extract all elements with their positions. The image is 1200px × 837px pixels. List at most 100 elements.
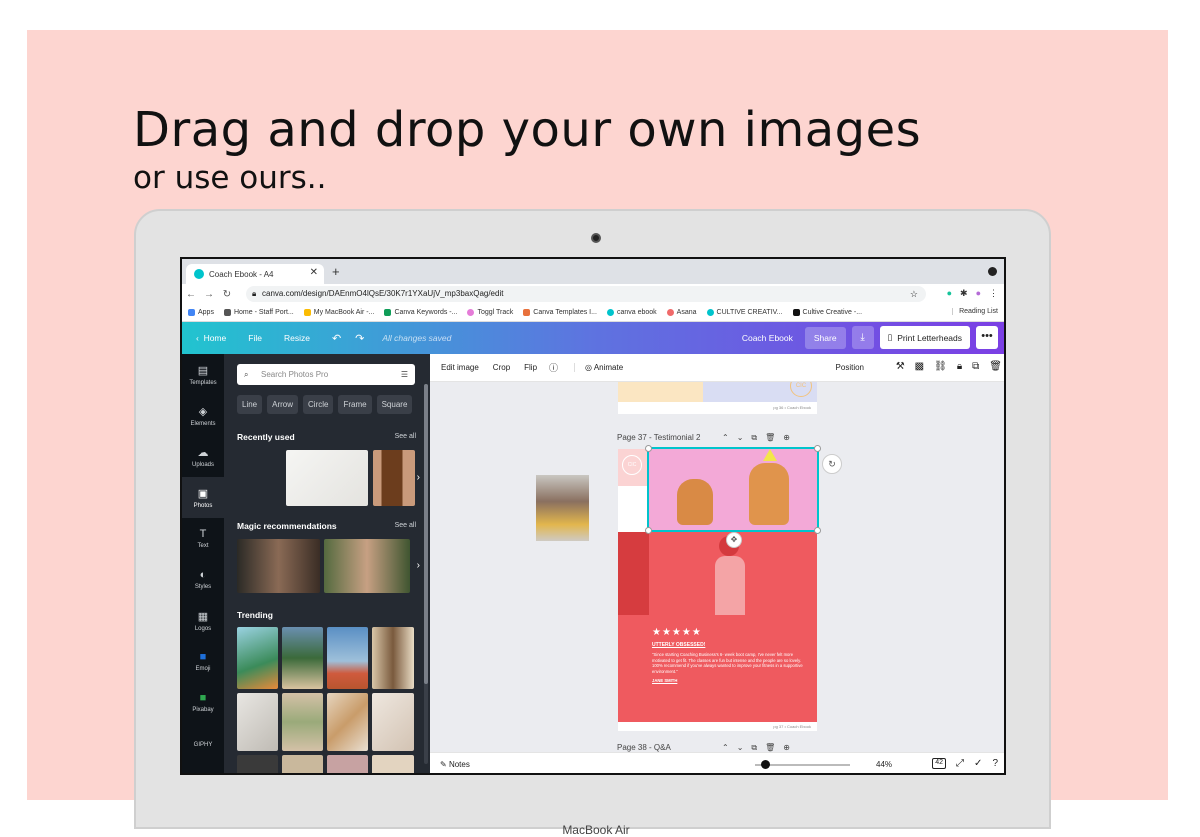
duplicate-page-icon[interactable]: ⧉ (751, 743, 757, 752)
trending-photo-shadow[interactable] (237, 693, 278, 751)
position-button[interactable]: Position (836, 363, 864, 372)
flip-button[interactable]: Flip (524, 363, 537, 372)
recent-photo-paper[interactable] (286, 450, 368, 506)
resize-handle[interactable] (814, 527, 821, 534)
trending-photo-plant[interactable] (282, 693, 323, 751)
transparency-icon[interactable]: ▩ (915, 361, 924, 372)
bookmark-item[interactable]: My MacBook Air -... (303, 309, 374, 316)
chevron-right-icon[interactable]: › (417, 472, 420, 483)
see-all-magic[interactable]: See all (395, 522, 416, 529)
bookmark-item[interactable]: Cultive Creative -... (792, 309, 862, 316)
zoom-slider-knob[interactable] (761, 760, 770, 769)
scrollbar-thumb[interactable] (424, 384, 428, 684)
delete-page-icon[interactable]: 🗑︎ (765, 433, 775, 443)
magic-photo-woman-1[interactable] (237, 539, 320, 593)
rail-text[interactable]: T Text (182, 518, 224, 559)
trending-photo-family[interactable] (282, 627, 323, 689)
chip-square[interactable]: Square (376, 395, 413, 414)
page-count-badge[interactable]: 42 (932, 758, 947, 769)
edit-image-button[interactable]: Edit image (441, 363, 479, 372)
crop-button[interactable]: Crop (493, 363, 510, 372)
chevron-up-icon[interactable]: ⌃ (722, 433, 729, 443)
add-page-icon[interactable]: ⊕ (783, 743, 790, 752)
redo-icon[interactable]: ↷ (355, 332, 364, 345)
back-icon[interactable]: ← (182, 289, 200, 300)
resize-handle[interactable] (814, 445, 821, 452)
zoom-percent[interactable]: 44% (876, 760, 892, 769)
undo-icon[interactable]: ↶ (332, 332, 341, 345)
bookmark-item[interactable]: Canva Keywords -... (384, 309, 457, 316)
rail-emoji[interactable]: ■ Emoji (182, 641, 224, 682)
help-icon[interactable]: ? (992, 758, 998, 769)
bookmark-item[interactable]: Asana (666, 309, 697, 316)
trending-photo-beige[interactable] (282, 755, 323, 773)
filter-icon[interactable]: ☰ (401, 364, 408, 385)
trending-photo-shapes[interactable] (327, 693, 368, 751)
bookmark-item[interactable]: Toggl Track (467, 309, 513, 316)
chip-frame[interactable]: Frame (338, 395, 372, 414)
rail-logos[interactable]: ▦ Logos (182, 600, 224, 641)
magic-photo-woman-2[interactable] (324, 539, 410, 593)
chevron-right-icon[interactable]: › (417, 560, 420, 571)
paint-roller-icon[interactable]: ⚒ (896, 361, 905, 372)
url-input[interactable]: 🔒︎ canva.com/design/DAEnmO4lQsE/30K7r1YX… (246, 286, 926, 302)
duplicate-page-icon[interactable]: ⧉ (751, 433, 757, 443)
chip-circle[interactable]: Circle (303, 395, 334, 414)
link-icon[interactable]: ⛓ (934, 361, 947, 372)
rotate-icon[interactable]: ↻ (822, 454, 842, 474)
resize-handle[interactable] (645, 445, 652, 452)
fullscreen-icon[interactable]: ⤢ (956, 758, 964, 769)
dragged-photo-sunflower[interactable] (536, 475, 589, 541)
see-all-recent[interactable]: See all (395, 433, 416, 440)
trending-photo-portrait[interactable] (372, 627, 414, 689)
chip-arrow[interactable]: Arrow (267, 395, 299, 414)
profile-avatar[interactable]: ● (976, 288, 981, 299)
document-title[interactable]: Coach Ebook (742, 333, 793, 343)
chevron-up-icon[interactable]: ⌃ (722, 743, 729, 752)
chevron-down-icon[interactable]: ⌄ (737, 743, 744, 752)
checkmark-circle-icon[interactable]: ✓ (974, 758, 982, 769)
puzzle-icon[interactable]: ✱ (960, 288, 968, 299)
menu-dots-icon[interactable]: ⋮ (989, 288, 998, 299)
chip-line[interactable]: Line (237, 395, 263, 414)
download-icon[interactable]: ⤓ (851, 326, 874, 349)
reading-list-button[interactable]: Reading List (952, 308, 998, 315)
rail-elements[interactable]: ◈ Elements (182, 395, 224, 436)
resize-handle[interactable] (645, 527, 652, 534)
new-tab-icon[interactable]: + (332, 264, 340, 279)
bookmark-item[interactable]: canva ebook (606, 309, 657, 316)
rail-uploads[interactable]: ☁ Uploads (182, 436, 224, 477)
print-button[interactable]: ▯ Print Letterheads (879, 326, 970, 349)
resize-button[interactable]: Resize (284, 333, 310, 343)
rail-styles[interactable]: ◐ Styles (182, 559, 224, 600)
notes-button[interactable]: ✎ Notes (440, 760, 470, 769)
trending-photo-pink[interactable] (327, 755, 368, 773)
rail-pixabay[interactable]: ■ Pixabay (182, 682, 224, 723)
browser-tab[interactable]: Coach Ebook - A4 ✕ (186, 264, 324, 284)
move-handle-icon[interactable]: ✥ (726, 532, 742, 548)
add-page-icon[interactable]: ⊕ (783, 433, 790, 443)
trending-photo-flowers[interactable] (237, 627, 278, 689)
duplicate-icon[interactable]: ⧉ (972, 361, 979, 372)
grammarly-icon[interactable]: ● (947, 288, 952, 299)
share-button[interactable]: Share (804, 326, 846, 349)
bookmark-item[interactable]: Canva Templates I... (523, 309, 597, 316)
delete-page-icon[interactable]: 🗑︎ (765, 743, 775, 752)
record-icon[interactable] (988, 267, 997, 276)
animate-button[interactable]: ◎ Animate (574, 363, 623, 372)
rail-giphy[interactable]: GIPHY (182, 723, 224, 764)
reload-icon[interactable]: ↻ (218, 289, 236, 300)
file-menu[interactable]: File (248, 333, 262, 343)
recent-photo-door[interactable] (373, 450, 415, 506)
more-options-button[interactable]: ••• (976, 326, 998, 349)
selected-dog-photo[interactable] (647, 447, 819, 532)
bookmark-item[interactable]: CULTIVE CREATIV... (706, 309, 783, 316)
forward-icon[interactable]: → (200, 289, 218, 300)
trending-photo-cream[interactable] (372, 755, 414, 773)
trending-photo-landscape[interactable] (327, 627, 368, 689)
trending-photo-dark[interactable] (237, 755, 278, 773)
design-canvas[interactable]: CIC pg 36 • Coach Ebook Page 37 - Testim… (430, 382, 1004, 752)
close-tab-icon[interactable]: ✕ (310, 267, 318, 278)
rail-templates[interactable]: ▤ Templates (182, 354, 224, 395)
bookmark-apps[interactable]: Apps (188, 309, 214, 316)
